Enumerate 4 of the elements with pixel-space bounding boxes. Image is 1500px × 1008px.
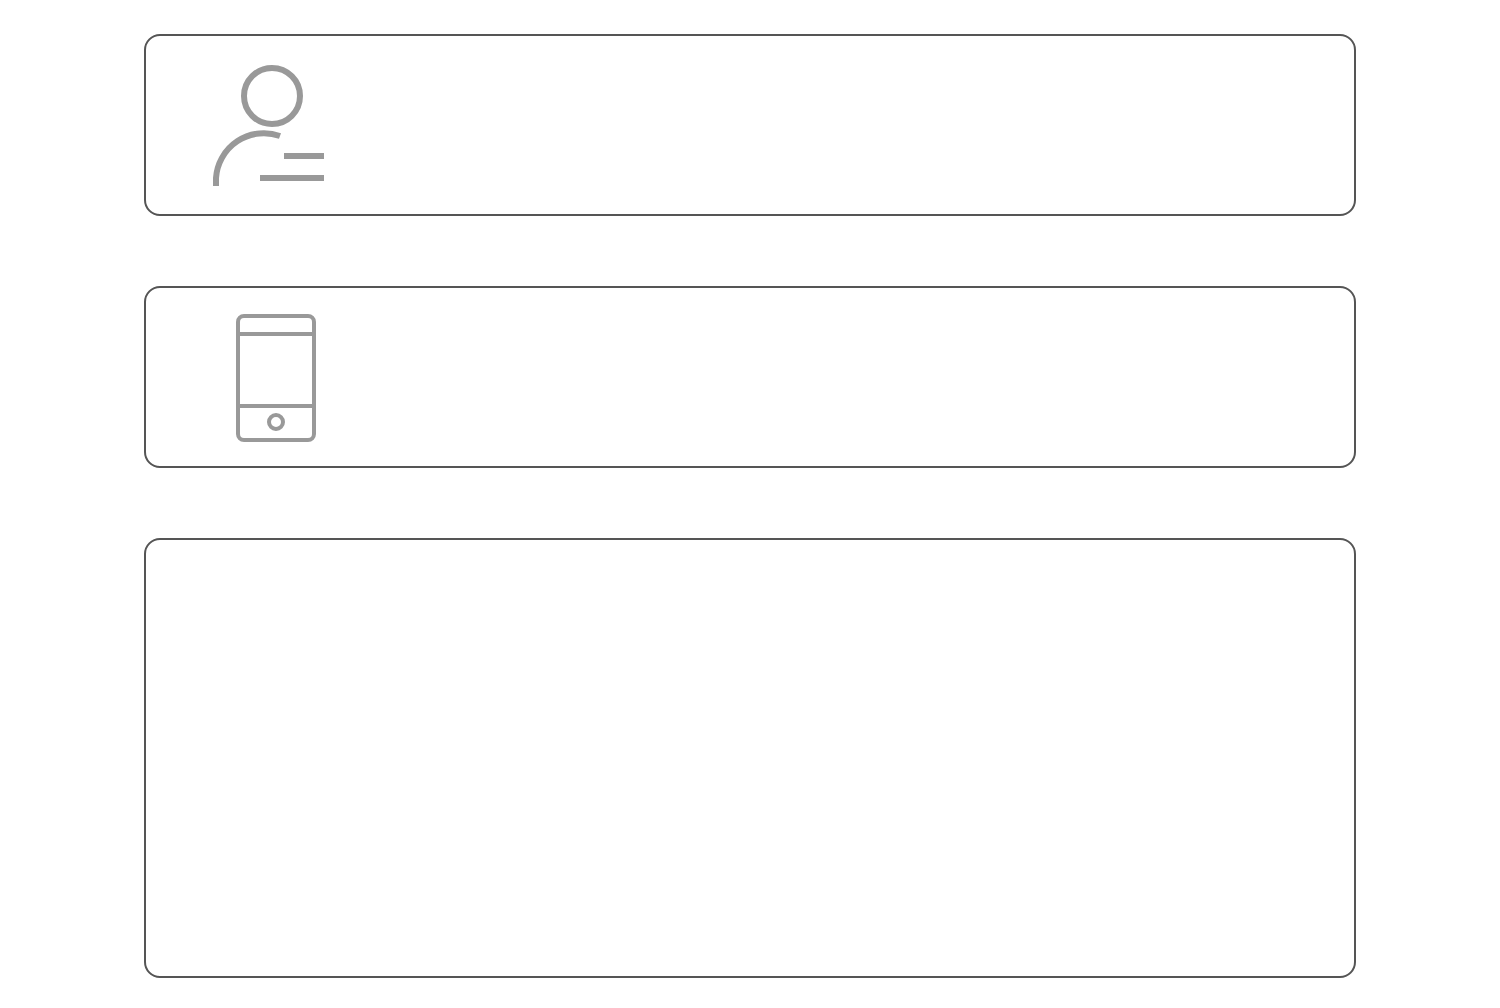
input-field[interactable] bbox=[144, 34, 1356, 216]
phone-icon bbox=[236, 313, 316, 441]
message-field[interactable] bbox=[144, 538, 1356, 978]
input-field[interactable] bbox=[144, 286, 1356, 468]
